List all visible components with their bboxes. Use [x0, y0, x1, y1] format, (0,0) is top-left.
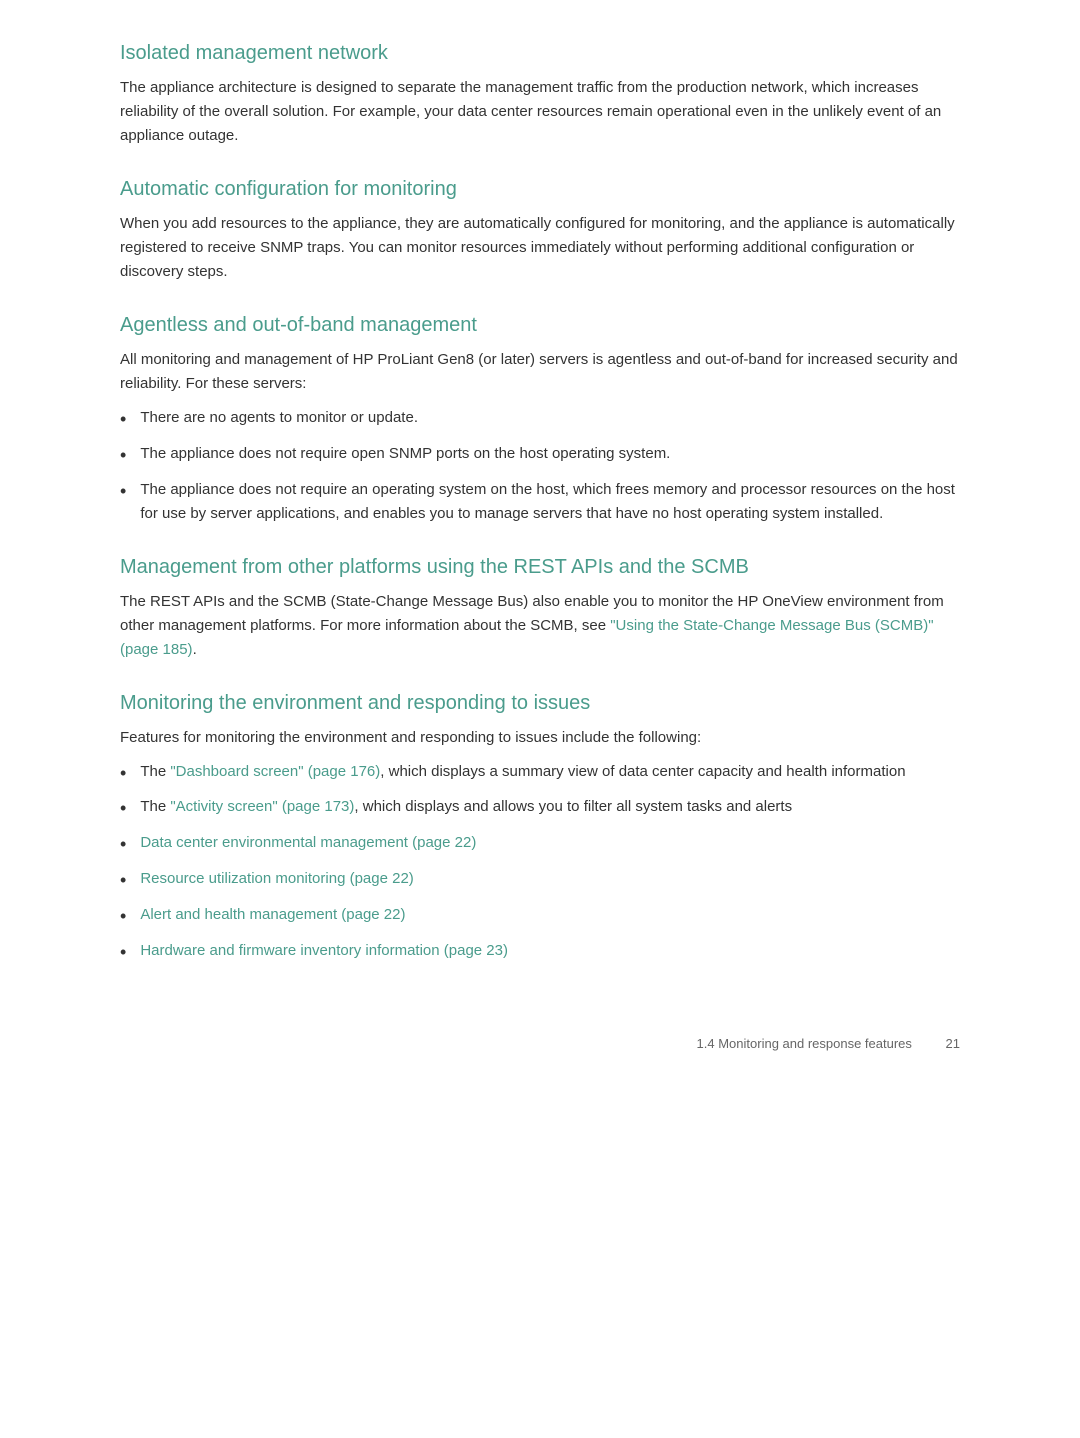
list-item-activity: The "Activity screen" (page 173), which … [120, 795, 960, 823]
heading-isolated-management: Isolated management network [120, 40, 960, 66]
section-isolated-management: Isolated management network The applianc… [120, 40, 960, 148]
body-monitoring-intro: Features for monitoring the environment … [120, 726, 960, 750]
heading-automatic-config: Automatic configuration for monitoring [120, 176, 960, 202]
page-footer: 1.4 Monitoring and response features 21 [120, 1026, 960, 1051]
body-rest-apis: The REST APIs and the SCMB (State-Change… [120, 590, 960, 662]
section-monitoring: Monitoring the environment and respondin… [120, 690, 960, 967]
link-datacenter-env[interactable]: Data center environmental management (pa… [140, 831, 476, 855]
heading-monitoring: Monitoring the environment and respondin… [120, 690, 960, 716]
body-isolated-management: The appliance architecture is designed t… [120, 76, 960, 148]
link-dashboard-screen[interactable]: "Dashboard screen" (page 176) [170, 763, 380, 780]
footer-section-label: 1.4 Monitoring and response features [697, 1036, 912, 1051]
list-item: The appliance does not require an operat… [120, 478, 960, 526]
link-activity-screen[interactable]: "Activity screen" (page 173) [170, 798, 354, 815]
body-rest-apis-text2: . [193, 641, 197, 658]
page-content: Isolated management network The applianc… [0, 0, 1080, 1131]
list-item-hardware-firmware: Hardware and firmware inventory informat… [120, 939, 960, 967]
list-monitoring: The "Dashboard screen" (page 176), which… [120, 760, 960, 967]
link-alert-health[interactable]: Alert and health management (page 22) [140, 903, 405, 927]
heading-agentless: Agentless and out-of-band management [120, 312, 960, 338]
list-item-resource-util: Resource utilization monitoring (page 22… [120, 867, 960, 895]
body-automatic-config: When you add resources to the appliance,… [120, 212, 960, 284]
link-hardware-firmware[interactable]: Hardware and firmware inventory informat… [140, 939, 508, 963]
heading-rest-apis: Management from other platforms using th… [120, 554, 960, 580]
list-agentless: There are no agents to monitor or update… [120, 406, 960, 526]
section-automatic-config: Automatic configuration for monitoring W… [120, 176, 960, 284]
footer-page-number: 21 [946, 1036, 960, 1051]
list-item-alert-health: Alert and health management (page 22) [120, 903, 960, 931]
body-agentless: All monitoring and management of HP ProL… [120, 348, 960, 396]
section-agentless: Agentless and out-of-band management All… [120, 312, 960, 526]
list-item-dashboard: The "Dashboard screen" (page 176), which… [120, 760, 960, 788]
link-resource-util[interactable]: Resource utilization monitoring (page 22… [140, 867, 413, 891]
list-item: There are no agents to monitor or update… [120, 406, 960, 434]
list-item-datacenter-env: Data center environmental management (pa… [120, 831, 960, 859]
section-rest-apis: Management from other platforms using th… [120, 554, 960, 662]
list-item: The appliance does not require open SNMP… [120, 442, 960, 470]
